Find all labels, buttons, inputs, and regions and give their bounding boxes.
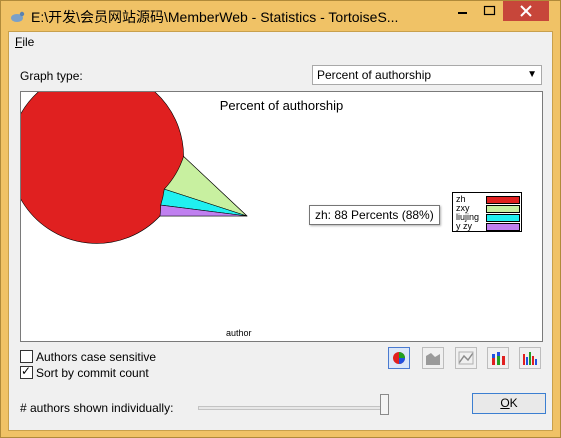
checkmark-icon: ✓ xyxy=(21,364,32,378)
bar-chart-button[interactable] xyxy=(519,347,541,369)
window-title: E:\开发\会员网站源码\MemberWeb - Statistics - To… xyxy=(31,9,399,25)
title-bar[interactable]: E:\开发\会员网站源码\MemberWeb - Statistics - To… xyxy=(1,1,560,31)
minimize-button[interactable] xyxy=(449,1,476,21)
authors-case-sensitive-label: Authors case sensitive xyxy=(36,350,157,364)
statistics-window: E:\开发\会员网站源码\MemberWeb - Statistics - To… xyxy=(0,0,561,438)
stacked-bar-chart-button[interactable] xyxy=(487,347,509,369)
minimize-icon xyxy=(458,12,467,14)
maximize-icon xyxy=(483,5,496,16)
area-chart-button[interactable] xyxy=(422,347,444,369)
pie-chart-button[interactable] xyxy=(388,347,410,369)
menu-file[interactable]: File xyxy=(15,35,34,49)
legend-label: y zy xyxy=(456,221,473,231)
line-chart-button[interactable] xyxy=(455,347,477,369)
sort-by-commit-count-checkbox[interactable]: ✓ xyxy=(20,364,34,380)
legend-swatch xyxy=(486,196,520,204)
authors-case-sensitive-checkbox[interactable] xyxy=(20,350,34,364)
legend-swatch xyxy=(486,214,520,222)
close-icon xyxy=(520,5,532,17)
graph-type-label: Graph type: xyxy=(20,69,83,83)
chart-legend: zh zxy liujing y zy xyxy=(452,192,522,232)
menu-file-label: ile xyxy=(22,35,35,49)
close-button[interactable] xyxy=(503,1,549,21)
checkbox-box xyxy=(20,350,33,363)
graph-type-value: Percent of authorship xyxy=(317,68,432,82)
sort-by-commit-count-label: Sort by commit count xyxy=(36,366,149,380)
chart-area: Percent of authorship author zh zxy liujin… xyxy=(20,91,543,342)
ok-mnemonic: O xyxy=(500,396,510,410)
tortoise-app-icon xyxy=(11,11,25,22)
menu-bar: File xyxy=(9,32,552,52)
legend-item: y zy xyxy=(456,221,520,231)
chart-tooltip: zh: 88 Percents (88%) xyxy=(309,205,440,225)
legend-swatch xyxy=(486,205,520,213)
maximize-button[interactable] xyxy=(476,1,503,21)
dialog-client-area: File Graph type: Percent of authorship ▼… xyxy=(8,31,553,431)
chevron-down-icon: ▼ xyxy=(527,69,537,80)
legend-swatch xyxy=(486,223,520,231)
stacked-bar-icon xyxy=(492,352,505,365)
line-chart-icon xyxy=(458,351,474,365)
pie-chart-icon xyxy=(393,352,405,364)
bar-chart-icon xyxy=(523,352,537,365)
ok-button[interactable]: OK xyxy=(472,393,546,414)
graph-type-select[interactable]: Percent of authorship ▼ xyxy=(312,65,542,85)
authors-shown-slider-track[interactable] xyxy=(198,406,388,410)
pie-slice-zh[interactable] xyxy=(21,92,248,244)
authors-shown-slider-thumb[interactable] xyxy=(380,394,389,415)
area-chart-icon xyxy=(426,353,440,365)
authors-shown-label: # authors shown individually: xyxy=(20,401,174,415)
chart-x-label: author xyxy=(226,328,252,338)
ok-label: K xyxy=(509,396,518,410)
